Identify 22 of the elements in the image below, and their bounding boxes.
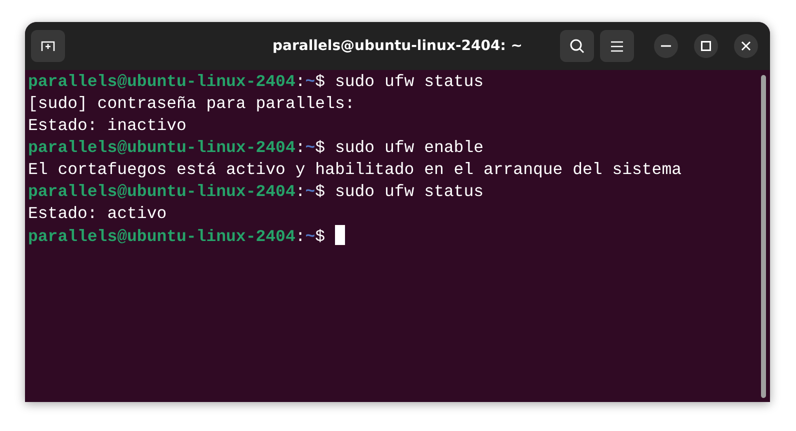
new-tab-button[interactable] [31,30,65,62]
new-tab-icon [41,40,55,52]
prompt-line: parallels@ubuntu-linux-2404:~$ sudo ufw status [28,181,484,203]
minimize-icon [661,45,671,47]
maximize-icon [701,41,711,51]
search-icon [569,38,585,54]
menu-button[interactable] [600,30,634,62]
close-button[interactable] [734,34,758,58]
prompt-line: parallels@ubuntu-linux-2404:~$ [28,225,345,248]
scrollbar[interactable] [761,75,766,398]
maximize-button[interactable] [694,34,718,58]
prompt-line: parallels@ubuntu-linux-2404:~$ sudo ufw status [28,71,484,93]
output-line: Estado: inactivo [28,115,186,137]
prompt-line: parallels@ubuntu-linux-2404:~$ sudo ufw enable [28,137,484,159]
search-button[interactable] [560,30,594,62]
minimize-button[interactable] [654,34,678,58]
output-line: El cortafuegos está activo y habilitado en el arranque del sistema [28,159,682,181]
close-icon [741,41,751,51]
window-title: parallels@ubuntu-linux-2404: ~ [272,38,522,54]
output-line: [sudo] contraseña para parallels: [28,93,355,115]
output-line: Estado: activo [28,203,167,225]
menu-icon [611,40,623,52]
